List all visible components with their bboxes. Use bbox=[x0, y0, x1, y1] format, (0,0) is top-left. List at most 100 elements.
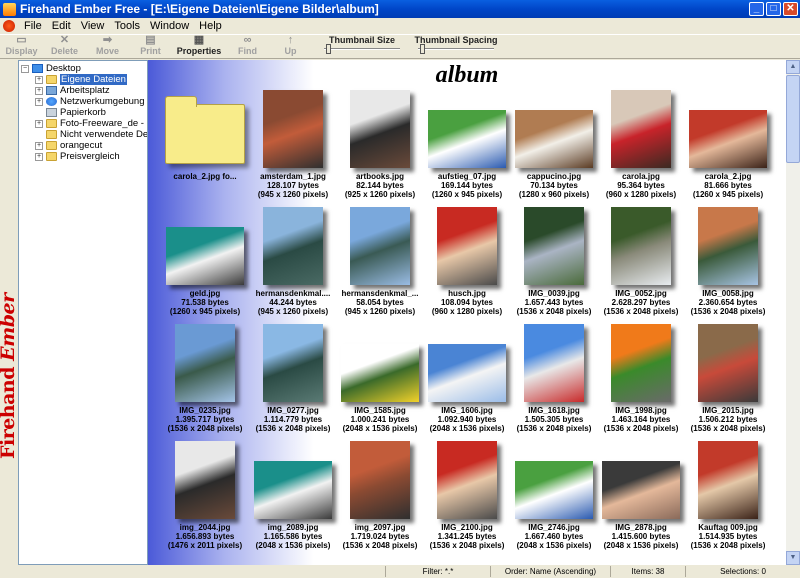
image-dimensions: (925 x 1260 pixels) bbox=[344, 190, 416, 199]
tree-item[interactable]: + Arbeitsplatz bbox=[35, 85, 110, 96]
thumbnail-item[interactable]: IMG_2100.jpg 1.341.245 bytes (1536 x 2048 … bbox=[424, 439, 510, 551]
folder-icon bbox=[165, 96, 245, 164]
thumbnail-item[interactable]: Kauftag 009.jpg 1.514.935 bytes (1536 x 20… bbox=[685, 439, 771, 551]
menu-help[interactable]: Help bbox=[194, 20, 227, 32]
thumbnail-item[interactable]: geld.jpg 71.538 bytes (1260 x 945 pixels) bbox=[162, 205, 248, 317]
expand-icon[interactable]: + bbox=[35, 75, 43, 84]
thumbnail-spacing-track[interactable] bbox=[418, 48, 494, 50]
thumbnail-view: album carola_2.jpg fo... amsterdam_1.jpg 1… bbox=[148, 60, 786, 565]
image-dimensions: (1536 x 2048 pixels) bbox=[690, 424, 766, 433]
image-dimensions: (1536 x 2048 pixels) bbox=[603, 424, 679, 433]
menu-edit[interactable]: Edit bbox=[47, 20, 76, 32]
scroll-up-button[interactable]: ▲ bbox=[786, 60, 800, 74]
thumbnail-item[interactable]: IMG_2746.jpg 1.667.460 bytes (2048 x 1536 … bbox=[511, 439, 597, 551]
thumbnail-item[interactable]: IMG_1585.jpg 1.000.241 bytes (2048 x 1536 … bbox=[337, 322, 423, 434]
tree-item[interactable]: + Preisvergleich bbox=[35, 151, 120, 162]
tree-item[interactable]: + Eigene Dateien bbox=[35, 74, 127, 85]
vertical-scrollbar[interactable]: ▲ ▼ bbox=[786, 60, 800, 565]
maximize-button[interactable]: □ bbox=[766, 2, 781, 16]
thumbnail-item[interactable]: artbooks.jpg 82.144 bytes (925 x 1260 pixe… bbox=[337, 88, 423, 200]
folder-heading: album bbox=[435, 62, 499, 88]
thumbnail-size-track[interactable] bbox=[324, 48, 400, 50]
file-name: img_2044.jpg bbox=[179, 523, 231, 532]
thumbnail-item[interactable]: img_2097.jpg 1.719.024 bytes (1536 x 2048 … bbox=[337, 439, 423, 551]
print-button[interactable]: ▤ Print bbox=[129, 35, 172, 59]
scroll-down-button[interactable]: ▼ bbox=[786, 551, 800, 565]
thumbnail-item[interactable]: husch.jpg 108.094 bytes (960 x 1280 pixels… bbox=[424, 205, 510, 317]
tree-item[interactable]: + orangecut bbox=[35, 140, 102, 151]
tree-item[interactable]: Papierkorb bbox=[35, 107, 106, 118]
thumbnail-item[interactable]: aufstieg_07.jpg 169.144 bytes (1260 x 945 … bbox=[424, 88, 510, 200]
thumbnail-item[interactable]: IMG_0058.jpg 2.360.654 bytes (1536 x 2048 … bbox=[685, 205, 771, 317]
thumbnail-spacing-label: Thumbnail Spacing bbox=[414, 35, 498, 45]
thumbnail-item[interactable]: IMG_2878.jpg 1.415.600 bytes (2048 x 1536 … bbox=[598, 439, 684, 551]
expand-icon[interactable]: + bbox=[35, 86, 43, 95]
thumbnail-item[interactable]: img_2044.jpg 1.656.893 bytes (1476 x 2011 … bbox=[162, 439, 248, 551]
thumbnail-item[interactable]: carola.jpg 95.364 bytes (960 x 1280 pixels… bbox=[598, 88, 684, 200]
delete-button[interactable]: ✕ Delete bbox=[43, 35, 86, 59]
up-button[interactable]: ↑ Up bbox=[269, 35, 312, 59]
thumbnail-item[interactable]: carola_2.jpg 81.666 bytes (1260 x 945 pixe… bbox=[685, 88, 771, 200]
thumbnail-spacing-knob[interactable] bbox=[420, 44, 425, 54]
find-button[interactable]: ∞ Find bbox=[226, 35, 269, 59]
move-arrow-icon: ➡ bbox=[102, 34, 113, 46]
thumbnail-item[interactable]: IMG_2015.jpg 1.506.212 bytes (1536 x 2048 … bbox=[685, 322, 771, 434]
thumbnail-item[interactable]: IMG_0277.jpg 1.114.779 bytes (1536 x 2048 … bbox=[250, 322, 336, 434]
thumbnail-item[interactable]: IMG_0235.jpg 1.395.717 bytes (1536 x 2048 … bbox=[162, 322, 248, 434]
file-size: 1.000.241 bytes bbox=[350, 415, 410, 424]
thumbnail-item[interactable]: cappucino.jpg 70.134 bytes (1280 x 960 pix… bbox=[511, 88, 597, 200]
tree-item[interactable]: Nicht verwendete Desktop bbox=[35, 129, 147, 140]
expand-icon[interactable]: + bbox=[35, 141, 43, 150]
photo-thumbnail bbox=[350, 441, 410, 519]
scroll-thumb[interactable] bbox=[786, 75, 800, 163]
file-size: 1.505.305 bytes bbox=[524, 415, 584, 424]
menu-window[interactable]: Window bbox=[145, 20, 194, 32]
menu-tools[interactable]: Tools bbox=[109, 20, 145, 32]
menu-file[interactable]: File bbox=[19, 20, 47, 32]
image-dimensions: (1536 x 2048 pixels) bbox=[167, 424, 243, 433]
thumbnail-item[interactable]: amsterdam_1.jpg 128.107 bytes (945 x 1260 … bbox=[250, 88, 336, 200]
thumbnail-spacing-slider[interactable]: Thumbnail Spacing bbox=[412, 35, 500, 59]
photo-thumbnail bbox=[263, 324, 323, 402]
minimize-button[interactable]: _ bbox=[749, 2, 764, 16]
photo-thumbnail bbox=[428, 110, 506, 168]
menu-view[interactable]: View bbox=[76, 20, 110, 32]
thumbnail-item[interactable]: carola_2.jpg fo... bbox=[162, 88, 248, 200]
thumbnail-item[interactable]: IMG_1998.jpg 1.463.164 bytes (1536 x 2048 … bbox=[598, 322, 684, 434]
tree-item[interactable]: + Foto-Freeware_de - Koste bbox=[35, 118, 147, 129]
close-button[interactable]: ✕ bbox=[783, 2, 798, 16]
up-label: Up bbox=[284, 46, 297, 56]
move-button[interactable]: ➡ Move bbox=[86, 35, 129, 59]
document-icon[interactable] bbox=[3, 19, 15, 32]
expand-icon[interactable]: + bbox=[35, 97, 43, 106]
tree-item-label: Arbeitsplatz bbox=[60, 85, 110, 96]
expand-icon[interactable]: + bbox=[35, 152, 43, 161]
file-name: hermansdenkmal_... bbox=[341, 289, 419, 298]
thumbnail-item[interactable]: img_2089.jpg 1.165.586 bytes (2048 x 1536 … bbox=[250, 439, 336, 551]
thumbnail-item[interactable]: IMG_1618.jpg 1.505.305 bytes (1536 x 2048 … bbox=[511, 322, 597, 434]
binoculars-icon: ∞ bbox=[243, 34, 252, 46]
thumbnail-item[interactable]: hermansdenkmal.... 44.244 bytes (945 x 126… bbox=[250, 205, 336, 317]
thumbnail-item[interactable]: IMG_0052.jpg 2.628.297 bytes (1536 x 2048 … bbox=[598, 205, 684, 317]
thumbnail-item[interactable]: IMG_0039.jpg 1.657.443 bytes (1536 x 2048 … bbox=[511, 205, 597, 317]
file-size: 1.092.940 bytes bbox=[437, 415, 497, 424]
photo-thumbnail bbox=[166, 227, 244, 285]
file-name: IMG_2878.jpg bbox=[615, 523, 667, 532]
tree-item[interactable]: − Desktop bbox=[21, 63, 81, 74]
expand-icon[interactable]: + bbox=[35, 119, 43, 128]
status-bar: Filter: *.* Order: Name (Ascending) Item… bbox=[0, 565, 800, 578]
file-name: carola_2.jpg fo... bbox=[173, 172, 237, 181]
thumbnail-item[interactable]: IMG_1606.jpg 1.092.940 bytes (2048 x 1536 … bbox=[424, 322, 510, 434]
thumbnail-size-knob[interactable] bbox=[326, 44, 331, 54]
file-name: Kauftag 009.jpg bbox=[698, 523, 758, 532]
photo-thumbnail bbox=[524, 324, 584, 402]
thumbnail-size-slider[interactable]: Thumbnail Size bbox=[318, 35, 406, 59]
photo-thumbnail bbox=[611, 324, 671, 402]
thumbnail-item[interactable]: hermansdenkmal_... 58.054 bytes (945 x 126… bbox=[337, 205, 423, 317]
photo-thumbnail bbox=[175, 441, 235, 519]
tree-item[interactable]: + Netzwerkumgebung bbox=[35, 96, 145, 107]
display-button[interactable]: ▭ Display bbox=[0, 35, 43, 59]
properties-button[interactable]: ▦ Properties bbox=[172, 35, 226, 59]
collapse-icon[interactable]: − bbox=[21, 64, 29, 73]
folder-icon bbox=[46, 75, 57, 84]
